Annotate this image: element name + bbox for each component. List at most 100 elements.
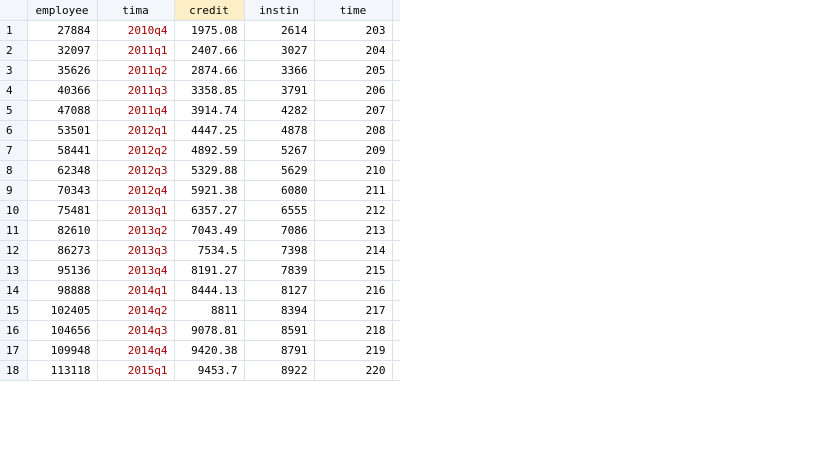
data-editor-grid[interactable]: employee tima credit instin time 1 27884 2… <box>0 0 400 381</box>
cell-tima[interactable]: 2014q3 <box>97 320 175 341</box>
cell-time[interactable]: 215 <box>314 260 393 281</box>
cell-instin[interactable]: 2614 <box>244 20 315 41</box>
row-number-cell[interactable]: 4 <box>0 80 28 101</box>
table-row[interactable]: 12 86273 2013q3 7534.5 7398 214 <box>0 240 400 261</box>
row-number-cell[interactable]: 16 <box>0 320 28 341</box>
row-number-cell[interactable]: 9 <box>0 180 28 201</box>
cell-instin[interactable]: 8922 <box>244 360 315 381</box>
row-number-cell[interactable]: 13 <box>0 260 28 281</box>
cell-instin[interactable]: 5267 <box>244 140 315 161</box>
column-header-credit[interactable]: credit <box>174 0 245 21</box>
cell-time[interactable]: 207 <box>314 100 393 121</box>
cell-credit[interactable]: 3914.74 <box>174 100 245 121</box>
cell-credit[interactable]: 2407.66 <box>174 40 245 61</box>
cell-credit[interactable]: 9078.81 <box>174 320 245 341</box>
cell-time[interactable]: 211 <box>314 180 393 201</box>
cell-time[interactable]: 216 <box>314 280 393 301</box>
table-row[interactable]: 10 75481 2013q1 6357.27 6555 212 <box>0 200 400 221</box>
cell-credit[interactable]: 1975.08 <box>174 20 245 41</box>
cell-credit[interactable]: 6357.27 <box>174 200 245 221</box>
column-header-instin[interactable]: instin <box>244 0 315 21</box>
cell-tima[interactable]: 2012q2 <box>97 140 175 161</box>
cell-employee[interactable]: 53501 <box>27 120 98 141</box>
cell-instin[interactable]: 7086 <box>244 220 315 241</box>
cell-employee[interactable]: 35626 <box>27 60 98 81</box>
table-row[interactable]: 6 53501 2012q1 4447.25 4878 208 <box>0 120 400 141</box>
cell-time[interactable]: 209 <box>314 140 393 161</box>
cell-instin[interactable]: 5629 <box>244 160 315 181</box>
row-number-cell[interactable]: 8 <box>0 160 28 181</box>
table-row[interactable]: 4 40366 2011q3 3358.85 3791 206 <box>0 80 400 101</box>
cell-tima[interactable]: 2012q4 <box>97 180 175 201</box>
row-number-cell[interactable]: 18 <box>0 360 28 381</box>
cell-employee[interactable]: 32097 <box>27 40 98 61</box>
table-row[interactable]: 18 113118 2015q1 9453.7 8922 220 <box>0 360 400 381</box>
table-row[interactable]: 9 70343 2012q4 5921.38 6080 211 <box>0 180 400 201</box>
row-number-cell[interactable]: 17 <box>0 340 28 361</box>
table-row[interactable]: 13 95136 2013q4 8191.27 7839 215 <box>0 260 400 281</box>
cell-employee[interactable]: 102405 <box>27 300 98 321</box>
cell-time[interactable]: 205 <box>314 60 393 81</box>
cell-tima[interactable]: 2012q3 <box>97 160 175 181</box>
cell-employee[interactable]: 27884 <box>27 20 98 41</box>
cell-tima[interactable]: 2011q1 <box>97 40 175 61</box>
row-number-cell[interactable]: 10 <box>0 200 28 221</box>
cell-instin[interactable]: 6080 <box>244 180 315 201</box>
cell-tima[interactable]: 2011q2 <box>97 60 175 81</box>
cell-credit[interactable]: 4447.25 <box>174 120 245 141</box>
cell-employee[interactable]: 40366 <box>27 80 98 101</box>
cell-employee[interactable]: 86273 <box>27 240 98 261</box>
cell-instin[interactable]: 7398 <box>244 240 315 261</box>
cell-time[interactable]: 217 <box>314 300 393 321</box>
cell-time[interactable]: 214 <box>314 240 393 261</box>
table-row[interactable]: 5 47088 2011q4 3914.74 4282 207 <box>0 100 400 121</box>
cell-tima[interactable]: 2011q4 <box>97 100 175 121</box>
cell-tima[interactable]: 2014q2 <box>97 300 175 321</box>
cell-employee[interactable]: 62348 <box>27 160 98 181</box>
column-header-time[interactable]: time <box>314 0 393 21</box>
row-number-cell[interactable]: 12 <box>0 240 28 261</box>
cell-credit[interactable]: 9453.7 <box>174 360 245 381</box>
table-row[interactable]: 11 82610 2013q2 7043.49 7086 213 <box>0 220 400 241</box>
cell-employee[interactable]: 98888 <box>27 280 98 301</box>
cell-instin[interactable]: 8791 <box>244 340 315 361</box>
cell-tima[interactable]: 2012q1 <box>97 120 175 141</box>
cell-time[interactable]: 213 <box>314 220 393 241</box>
cell-tima[interactable]: 2010q4 <box>97 20 175 41</box>
cell-employee[interactable]: 47088 <box>27 100 98 121</box>
cell-time[interactable]: 219 <box>314 340 393 361</box>
cell-credit[interactable]: 4892.59 <box>174 140 245 161</box>
cell-tima[interactable]: 2013q3 <box>97 240 175 261</box>
cell-time[interactable]: 203 <box>314 20 393 41</box>
cell-instin[interactable]: 7839 <box>244 260 315 281</box>
cell-tima[interactable]: 2014q1 <box>97 280 175 301</box>
cell-tima[interactable]: 2013q2 <box>97 220 175 241</box>
cell-time[interactable]: 218 <box>314 320 393 341</box>
cell-employee[interactable]: 58441 <box>27 140 98 161</box>
cell-employee[interactable]: 95136 <box>27 260 98 281</box>
cell-credit[interactable]: 5329.88 <box>174 160 245 181</box>
cell-employee[interactable]: 82610 <box>27 220 98 241</box>
cell-credit[interactable]: 5921.38 <box>174 180 245 201</box>
cell-credit[interactable]: 8191.27 <box>174 260 245 281</box>
cell-credit[interactable]: 3358.85 <box>174 80 245 101</box>
cell-time[interactable]: 210 <box>314 160 393 181</box>
cell-time[interactable]: 212 <box>314 200 393 221</box>
cell-credit[interactable]: 7534.5 <box>174 240 245 261</box>
corner-cell[interactable] <box>0 0 28 21</box>
table-row[interactable]: 14 98888 2014q1 8444.13 8127 216 <box>0 280 400 301</box>
cell-instin[interactable]: 6555 <box>244 200 315 221</box>
row-number-cell[interactable]: 5 <box>0 100 28 121</box>
cell-tima[interactable]: 2014q4 <box>97 340 175 361</box>
cell-instin[interactable]: 8591 <box>244 320 315 341</box>
column-header-tima[interactable]: tima <box>97 0 175 21</box>
row-number-cell[interactable]: 11 <box>0 220 28 241</box>
row-number-cell[interactable]: 2 <box>0 40 28 61</box>
cell-time[interactable]: 204 <box>314 40 393 61</box>
table-row[interactable]: 1 27884 2010q4 1975.08 2614 203 <box>0 20 400 41</box>
row-number-cell[interactable]: 14 <box>0 280 28 301</box>
cell-employee[interactable]: 109948 <box>27 340 98 361</box>
cell-credit[interactable]: 7043.49 <box>174 220 245 241</box>
table-row[interactable]: 16 104656 2014q3 9078.81 8591 218 <box>0 320 400 341</box>
table-row[interactable]: 15 102405 2014q2 8811 8394 217 <box>0 300 400 321</box>
